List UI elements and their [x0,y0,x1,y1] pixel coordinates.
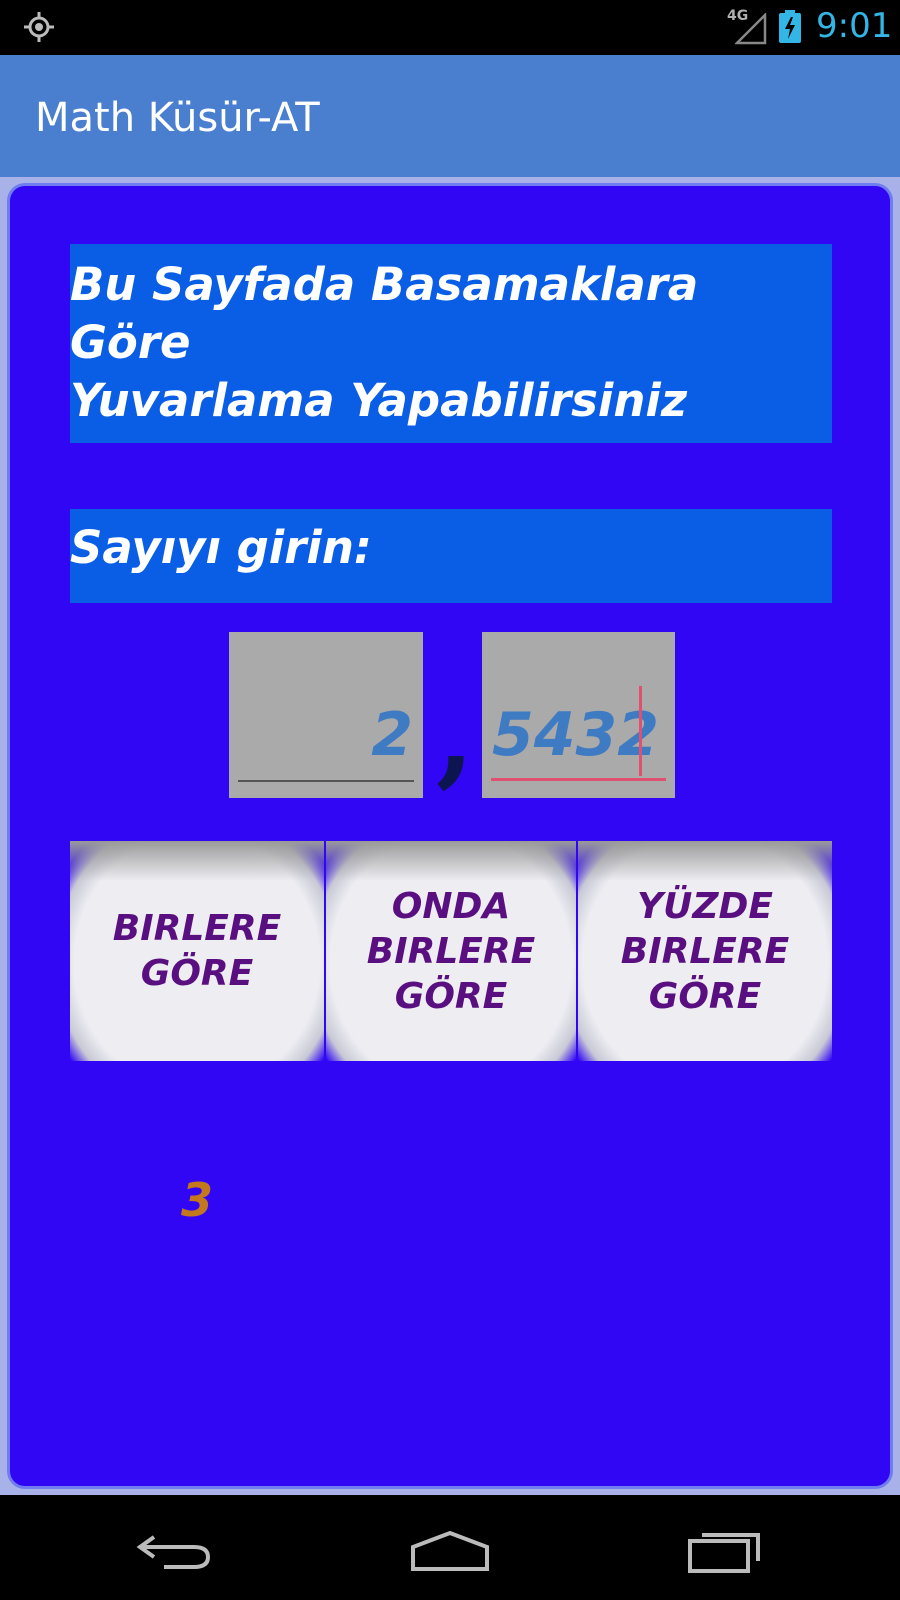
integer-part-input[interactable]: 2 [229,632,423,798]
decimal-input-underline [491,778,666,781]
button-label-line: GÖRE [648,975,762,1017]
integer-input-underline [238,780,414,782]
decimal-part-value: 5432 [492,700,659,770]
button-label-line: GÖRE [140,953,254,994]
decimal-part-input[interactable]: 5432 [482,632,675,798]
location-icon [24,12,54,42]
round-to-tenths-button[interactable]: ONDA BIRLERE GÖRE [326,841,576,1061]
button-label-line: BIRLERE [112,908,282,949]
heading-line-2: Yuvarlama Yapabilirsiniz [70,374,688,427]
home-icon[interactable] [405,1525,495,1575]
back-icon[interactable] [130,1525,220,1575]
app-bar: Math Küsür-AT [0,55,900,177]
button-label-line: YÜZDE [637,885,773,927]
round-to-hundredths-button[interactable]: YÜZDE BIRLERE GÖRE [578,841,832,1061]
button-label-line: BIRLERE [620,930,790,972]
clock: 9:01 [816,6,893,46]
heading-line-1: Bu Sayfada Basamaklara Göre [70,258,699,369]
signal-icon [735,13,767,45]
round-to-ones-button[interactable]: BIRLERE GÖRE [70,841,324,1061]
button-label-line: BIRLERE [366,930,536,972]
navigation-bar [0,1495,900,1600]
decimal-separator: , [436,670,475,799]
result-value: 3 [181,1173,214,1227]
recents-icon[interactable] [680,1525,770,1575]
text-cursor [639,686,642,776]
number-prompt-label: Sayıyı girin: [70,521,372,574]
app-title: Math Küsür-AT [35,95,320,141]
battery-charging-icon [779,10,801,43]
status-bar: 4G 9:01 [0,0,900,55]
page-heading: Bu Sayfada Basamaklara Göre Yuvarlama Ya… [70,256,830,430]
integer-part-value: 2 [371,700,413,770]
button-label-line: GÖRE [394,975,508,1017]
button-label-line: ONDA [391,885,511,927]
